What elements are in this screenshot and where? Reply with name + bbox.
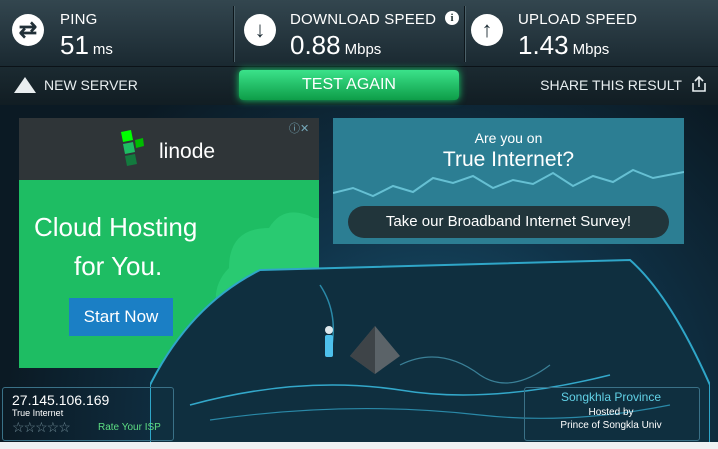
survey-button[interactable]: Take our Broadband Internet Survey! bbox=[348, 206, 669, 238]
upload-arrow-icon: ↑ bbox=[471, 14, 503, 46]
new-server-icon bbox=[14, 77, 36, 93]
client-ip: 27.145.106.169 bbox=[12, 392, 110, 408]
upload-label: UPLOAD SPEED bbox=[518, 11, 638, 28]
client-isp: True Internet bbox=[12, 408, 64, 418]
ping-icon: ⇄ bbox=[12, 14, 44, 46]
control-bar: NEW SERVER TEST AGAIN SHARE THIS RESULT bbox=[0, 67, 718, 105]
ad-choices-icon[interactable]: ⓘ✕ bbox=[289, 120, 309, 136]
server-location-icon bbox=[350, 326, 400, 374]
ping-value: 51 ms bbox=[60, 30, 113, 60]
ping-stat: ⇄ PING 51 ms bbox=[0, 0, 232, 66]
ad-header: linode ⓘ✕ bbox=[19, 118, 319, 180]
test-again-button[interactable]: TEST AGAIN bbox=[239, 70, 459, 100]
server-host: Prince of Songkla Univ bbox=[560, 420, 662, 431]
share-icon[interactable] bbox=[690, 75, 708, 93]
server-province: Songkhla Province bbox=[560, 390, 662, 404]
upload-stat: ↑ UPLOAD SPEED 1.43 Mbps bbox=[465, 0, 718, 66]
download-label: DOWNLOAD SPEED bbox=[290, 11, 437, 28]
info-icon[interactable]: i bbox=[445, 11, 459, 25]
linode-logo-icon bbox=[121, 130, 144, 166]
stats-header: ⇄ PING 51 ms ↓ DOWNLOAD SPEED 0.88 Mbps i … bbox=[0, 0, 718, 67]
share-result-button[interactable]: SHARE THIS RESULT bbox=[540, 77, 682, 93]
download-arrow-icon: ↓ bbox=[244, 14, 276, 46]
survey-isp: True Internet? bbox=[442, 148, 575, 171]
ad-headline-line-1: Cloud Hosting bbox=[34, 212, 198, 242]
download-value: 0.88 Mbps bbox=[290, 30, 382, 60]
download-stat: ↓ DOWNLOAD SPEED 0.88 Mbps bbox=[234, 0, 464, 66]
upload-value: 1.43 Mbps bbox=[518, 30, 610, 60]
bottom-strip bbox=[0, 442, 718, 449]
ping-label: PING bbox=[60, 11, 98, 28]
isp-survey-banner[interactable]: Are you on True Internet? Take our Broad… bbox=[333, 118, 684, 244]
new-server-button[interactable]: NEW SERVER bbox=[14, 77, 138, 93]
hosted-by-label: Hosted by bbox=[588, 407, 634, 418]
ad-brand: linode bbox=[159, 140, 216, 163]
survey-question: Are you on bbox=[474, 130, 543, 146]
speedtest-window: ⇄ PING 51 ms ↓ DOWNLOAD SPEED 0.88 Mbps i … bbox=[0, 0, 718, 449]
rating-stars[interactable]: ☆☆☆☆☆ bbox=[12, 419, 71, 436]
rate-isp-link[interactable]: Rate Your ISP bbox=[98, 422, 161, 433]
user-location-pin-icon bbox=[325, 326, 333, 357]
new-server-label: NEW SERVER bbox=[44, 77, 138, 93]
